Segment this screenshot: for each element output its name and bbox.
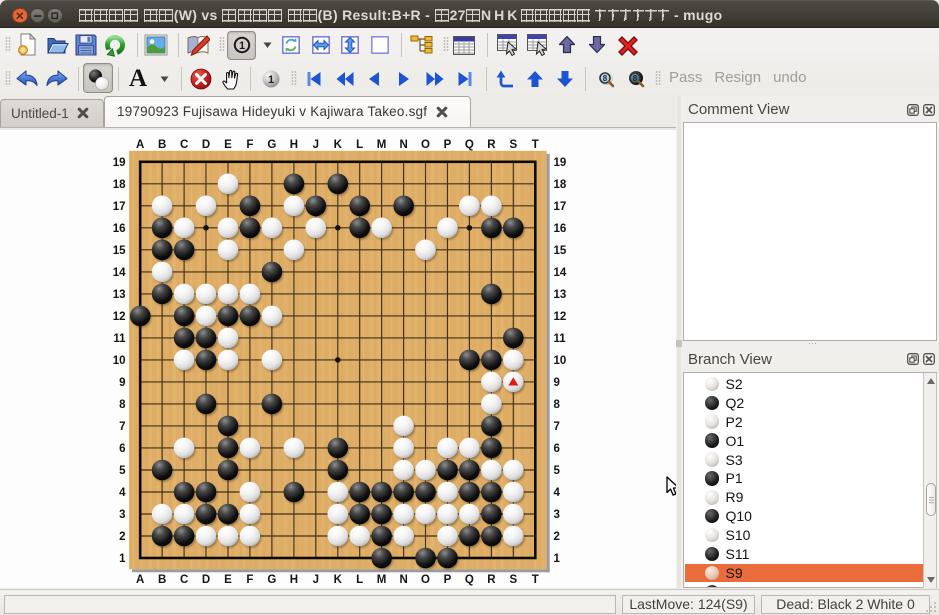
svg-text:A: A [136, 574, 144, 586]
svg-text:P: P [444, 139, 452, 151]
svg-text:4: 4 [119, 487, 126, 499]
svg-text:E: E [224, 139, 232, 151]
svg-text:1: 1 [267, 74, 273, 86]
svg-text:K: K [334, 139, 343, 151]
svg-text:9: 9 [554, 377, 560, 389]
svg-text:14: 14 [113, 267, 126, 279]
svg-text:C: C [180, 139, 188, 151]
svg-text:16: 16 [554, 223, 567, 235]
svg-text:C: C [180, 574, 188, 586]
svg-text:F: F [246, 574, 253, 586]
svg-text:5: 5 [119, 465, 126, 477]
svg-text:H: H [290, 139, 298, 151]
svg-text:P: P [444, 574, 452, 586]
svg-text:12: 12 [554, 311, 567, 323]
svg-text:9: 9 [119, 377, 125, 389]
svg-text:M: M [377, 574, 387, 586]
svg-text:T: T [532, 574, 539, 586]
svg-text:O: O [421, 574, 430, 586]
svg-text:19: 19 [113, 157, 126, 169]
svg-text:K: K [334, 574, 343, 586]
svg-text:D: D [202, 574, 210, 586]
svg-text:10: 10 [554, 355, 567, 367]
svg-text:15: 15 [113, 245, 126, 257]
svg-text:T: T [532, 139, 539, 151]
svg-text:L: L [356, 139, 363, 151]
svg-text:Q: Q [465, 574, 474, 586]
svg-text:S: S [509, 139, 517, 151]
svg-text:4: 4 [554, 487, 561, 499]
svg-text:N: N [399, 574, 407, 586]
svg-text:R: R [487, 574, 496, 586]
svg-text:15: 15 [554, 245, 567, 257]
svg-text:17: 17 [554, 201, 567, 213]
svg-text:8: 8 [632, 74, 637, 83]
svg-text:8: 8 [603, 74, 608, 83]
svg-text:N: N [399, 139, 407, 151]
svg-text:16: 16 [113, 223, 126, 235]
svg-text:17: 17 [113, 201, 126, 213]
svg-text:H: H [290, 574, 298, 586]
svg-text:1: 1 [238, 40, 244, 52]
svg-text:18: 18 [113, 179, 126, 191]
svg-text:11: 11 [113, 333, 126, 345]
svg-text:6: 6 [554, 443, 560, 455]
svg-text:6: 6 [119, 443, 125, 455]
svg-text:13: 13 [554, 289, 567, 301]
svg-text:A: A [136, 139, 144, 151]
svg-text:7: 7 [119, 421, 125, 433]
svg-text:J: J [313, 574, 319, 586]
svg-text:12: 12 [113, 311, 126, 323]
svg-text:18: 18 [554, 179, 567, 191]
svg-text:R: R [487, 139, 496, 151]
svg-text:F: F [246, 139, 253, 151]
svg-text:B: B [158, 139, 166, 151]
svg-text:S: S [509, 574, 517, 586]
svg-text:J: J [313, 139, 319, 151]
svg-text:7: 7 [554, 421, 560, 433]
svg-text:3: 3 [119, 509, 125, 521]
svg-text:Q: Q [465, 139, 474, 151]
svg-text:8: 8 [119, 399, 126, 411]
svg-text:2: 2 [119, 531, 125, 543]
svg-text:13: 13 [113, 289, 126, 301]
svg-text:G: G [267, 574, 276, 586]
svg-text:O: O [421, 139, 430, 151]
svg-text:M: M [377, 139, 387, 151]
svg-text:1: 1 [554, 553, 561, 565]
svg-text:D: D [202, 139, 210, 151]
svg-text:14: 14 [554, 267, 567, 279]
svg-text:11: 11 [554, 333, 567, 345]
svg-text:G: G [267, 139, 276, 151]
svg-text:19: 19 [554, 157, 567, 169]
svg-text:L: L [356, 574, 363, 586]
svg-text:10: 10 [113, 355, 126, 367]
svg-text:E: E [224, 574, 232, 586]
svg-text:1: 1 [119, 553, 126, 565]
svg-text:3: 3 [554, 509, 560, 521]
svg-text:B: B [158, 574, 166, 586]
svg-text:5: 5 [554, 465, 561, 477]
svg-text:8: 8 [554, 399, 561, 411]
svg-text:2: 2 [554, 531, 560, 543]
